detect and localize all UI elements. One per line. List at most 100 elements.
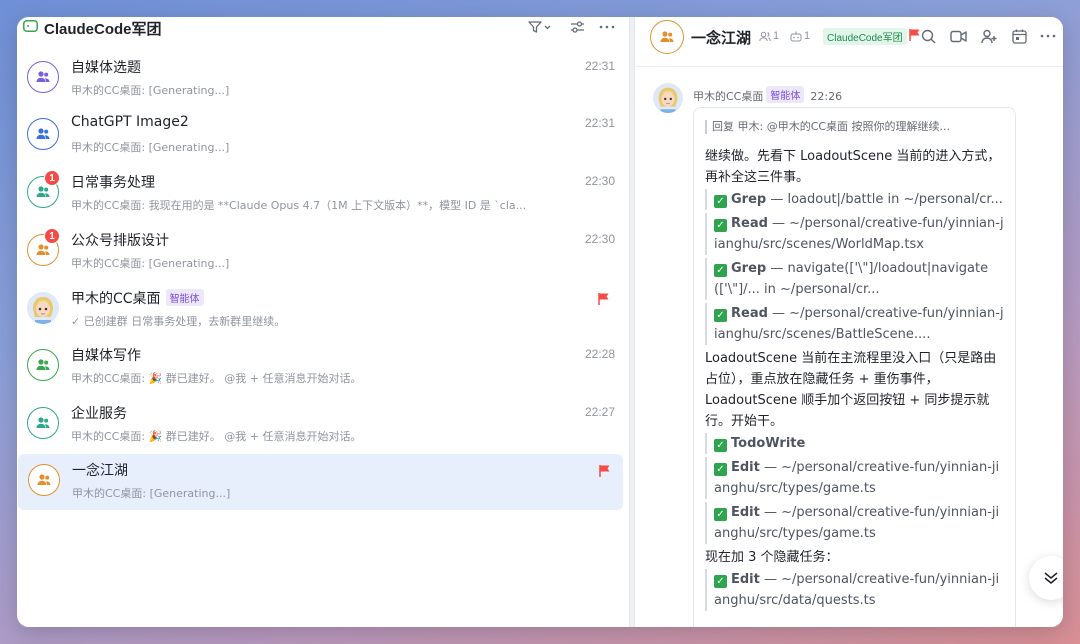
bot-avatar xyxy=(27,292,59,324)
conversation-preview: 甲木的CC桌面: 🎉 群已建好。 @我 + 任意消息开始对话。 xyxy=(71,430,362,443)
group-icon xyxy=(36,359,50,370)
group-icon xyxy=(37,474,51,485)
conversation-name: 日常事务处理 xyxy=(71,175,155,191)
tool-name: Edit xyxy=(731,505,760,520)
group-icon xyxy=(660,31,674,42)
conversation-item-richang-shiwu[interactable]: 1 日常事务处理 22:30 甲木的CC桌面: 我现在用的是 **Claude … xyxy=(17,166,622,222)
search-button[interactable] xyxy=(919,27,937,45)
conversation-time: 22:30 xyxy=(584,232,615,246)
filter-button[interactable] xyxy=(526,17,554,37)
conversation-time: 22:28 xyxy=(584,347,615,361)
tool-call: ✓ Edit — ~/personal/creative-fun/yinnian-… xyxy=(705,457,1005,499)
group-chat-icon xyxy=(23,20,38,32)
filter-icon xyxy=(528,21,551,33)
member-count[interactable]: 1 xyxy=(759,30,779,42)
bot-count-value: 1 xyxy=(804,30,811,42)
check-icon: ✓ xyxy=(714,264,727,277)
group-tag[interactable]: ClaudeCode军团 xyxy=(823,28,907,45)
conversation-item-cc-desktop-bot[interactable]: 甲木的CC桌面 智能体 ✓ 已创建群 日常事务处理，去新群里继续。 xyxy=(17,282,622,338)
scroll-to-bottom-button[interactable] xyxy=(1029,556,1063,600)
bot-name: 甲木的CC桌面 xyxy=(71,291,161,307)
calendar-icon xyxy=(1011,29,1027,44)
tool-call: ✓ Grep — navigate(['\"]/loadout|navigate(… xyxy=(705,258,1005,300)
chat-group-avatar[interactable] xyxy=(650,20,684,54)
agent-tag: 智能体 xyxy=(165,289,204,306)
message-meta: 甲木的CC桌面 智能体 22:26 xyxy=(693,86,842,104)
tool-name: Grep xyxy=(731,261,767,276)
group-icon xyxy=(36,186,50,197)
conversation-item-qiye-fuwu[interactable]: 企业服务 22:27 甲木的CC桌面: 🎉 群已建好。 @我 + 任意消息开始对… xyxy=(17,397,622,453)
chat-header: 一念江湖 1 1 ClaudeCode军团 xyxy=(635,17,1063,67)
conversation-preview: ✓ 已创建群 日常事务处理，去新群里继续。 xyxy=(71,315,286,328)
conversation-item-gongzhonghao-paiban[interactable]: 1 公众号排版设计 22:30 甲木的CC桌面: [Generating...] xyxy=(17,224,622,280)
group-avatar xyxy=(27,407,59,439)
tool-call: ✓ Edit — ~/personal/creative-fun/yinnian-… xyxy=(705,502,1005,544)
tool-name: Edit xyxy=(731,572,760,587)
conversation-time: 22:30 xyxy=(584,174,615,188)
conversation-name: 自媒体选题 xyxy=(71,60,141,76)
conversation-item-zimeiti-xiezuo[interactable]: 自媒体写作 22:28 甲木的CC桌面: 🎉 群已建好。 @我 + 任意消息开始… xyxy=(17,339,622,395)
tool-call: ✓ Read — ~/personal/creative-fun/yinnian-… xyxy=(705,213,1005,255)
more-button[interactable] xyxy=(597,17,617,37)
tool-name: Read xyxy=(731,306,768,321)
conversation-time: 22:27 xyxy=(584,405,615,419)
more-icon xyxy=(599,25,615,29)
conversation-time: 22:31 xyxy=(584,59,615,73)
conversation-name: 自媒体写作 xyxy=(71,348,141,364)
flag-icon[interactable] xyxy=(598,292,610,306)
conversation-item-yinian-jianghu[interactable]: 一念江湖 甲木的CC桌面: [Generating...] xyxy=(18,454,623,510)
unread-badge: 1 xyxy=(44,170,60,186)
conversation-name: 一念江湖 xyxy=(72,463,128,479)
group-icon xyxy=(36,128,50,139)
agent-tag: 智能体 xyxy=(766,86,805,103)
conversation-time: 22:31 xyxy=(584,116,615,130)
add-member-button[interactable] xyxy=(980,27,998,45)
sliders-icon xyxy=(570,21,584,33)
message-paragraph: 现在加 3 个隐藏任务： xyxy=(705,550,839,565)
check-icon: ✓ xyxy=(714,309,727,322)
more-icon xyxy=(1040,34,1056,38)
group-avatar xyxy=(27,61,59,93)
group-icon xyxy=(36,71,50,82)
conversation-item-chatgpt-image2[interactable]: ChatGPT Image2 22:31 甲木的CC桌面: [Generatin… xyxy=(17,108,622,164)
chat-pane: 一念江湖 1 1 ClaudeCode军团 甲木的CC桌面 智能体 22:26 … xyxy=(635,17,1063,627)
group-avatar xyxy=(27,118,59,150)
sender-avatar[interactable] xyxy=(653,83,683,113)
message-paragraph: LoadoutScene 当前在主流程里没入口（只是路由占位），重点放在隐藏任务… xyxy=(705,351,997,429)
conversation-preview: 甲木的CC桌面: 🎉 群已建好。 @我 + 任意消息开始对话。 xyxy=(71,372,362,385)
reply-quote[interactable]: 回复 甲木: @甲木的CC桌面 按照你的理解继续... xyxy=(705,120,1005,134)
video-call-button[interactable] xyxy=(949,27,967,45)
conversation-preview: 甲木的CC桌面: [Generating...] xyxy=(72,487,231,500)
group-icon xyxy=(36,244,50,255)
bot-count[interactable]: 1 xyxy=(790,30,810,42)
conversation-item-zimeiti-xuanti[interactable]: 自媒体选题 22:31 甲木的CC桌面: [Generating...] xyxy=(17,51,622,107)
video-icon xyxy=(949,30,967,42)
page-title: ClaudeCode军团 xyxy=(44,21,162,38)
flag-icon[interactable] xyxy=(599,464,611,478)
check-icon: ✓ xyxy=(714,463,727,476)
member-count-value: 1 xyxy=(773,30,780,42)
chat-title: 一念江湖 xyxy=(691,29,752,47)
tool-name: Grep xyxy=(731,192,767,207)
check-icon: ✓ xyxy=(714,439,727,452)
message-bubble: 回复 甲木: @甲木的CC桌面 按照你的理解继续... 继续做。先看下 Load… xyxy=(693,107,1016,627)
chat-more-button[interactable] xyxy=(1039,27,1057,45)
search-icon xyxy=(921,29,935,43)
conversation-preview: 甲木的CC桌面: [Generating...] xyxy=(71,141,230,154)
sender-name[interactable]: 甲木的CC桌面 xyxy=(693,90,763,103)
tool-name: Edit xyxy=(731,460,760,475)
tool-call: ✓ Grep — loadout|/battle in ~/personal/cr… xyxy=(705,189,1005,210)
calendar-button[interactable] xyxy=(1010,27,1028,45)
bot-icon xyxy=(790,31,802,41)
check-icon: ✓ xyxy=(714,508,727,521)
conversation-preview: 甲木的CC桌面: 我现在用的是 **Claude Opus 4.7（1M 上下文… xyxy=(71,199,527,212)
settings-button[interactable] xyxy=(567,17,587,37)
conversation-preview: 甲木的CC桌面: [Generating...] xyxy=(71,257,230,270)
tool-call: ✓ TodoWrite xyxy=(705,433,1005,454)
tool-detail: — loadout|/battle in ~/personal/cr... xyxy=(766,192,1003,207)
group-avatar xyxy=(28,464,60,496)
message-paragraph: 继续做。先看下 LoadoutScene 当前的进入方式，再补全这三件事。 xyxy=(705,149,1001,185)
check-icon: ✓ xyxy=(714,575,727,588)
app-window: ClaudeCode军团 自媒体选题 22:31 甲木的CC桌面: [Gener… xyxy=(17,17,1063,627)
tool-name: Read xyxy=(731,216,768,231)
